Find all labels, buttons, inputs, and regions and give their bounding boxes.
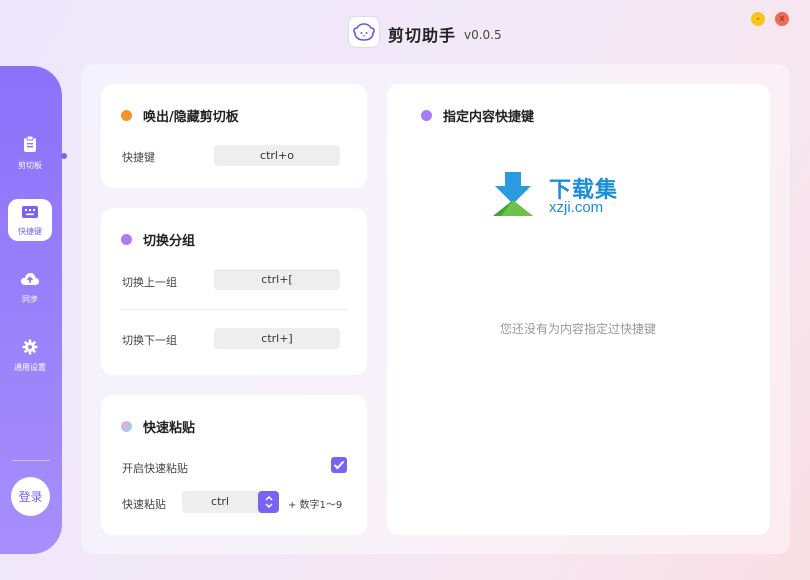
shortcut-input[interactable]: ctrl+o <box>214 145 340 166</box>
sidebar-item-settings[interactable]: 通用设置 <box>8 335 52 377</box>
sidebar-item-shortcuts[interactable]: 快捷键 <box>8 199 52 241</box>
card-title-text: 快速粘贴 <box>143 421 196 436</box>
keyboard-icon <box>21 204 39 223</box>
app-version: v0.0.5 <box>464 28 502 42</box>
clipboard-icon <box>22 135 38 157</box>
sidebar-item-clipboard[interactable]: 剪切板 <box>8 132 52 174</box>
card-title-text: 唤出/隐藏剪切板 <box>143 110 239 125</box>
active-indicator <box>61 153 67 159</box>
purple-dot-icon <box>121 234 132 245</box>
close-button[interactable]: x <box>775 12 789 26</box>
quick-paste-card: 快速粘贴 开启快速粘贴 快速粘贴 ctrl + 数字1～9 <box>101 395 367 535</box>
modifier-select[interactable]: ctrl <box>182 491 279 513</box>
content-shortcuts-card: 指定内容快捷键 下载集 xzji.com 您还没有为内容指定过快捷键 <box>387 84 770 535</box>
prev-group-label: 切换上一组 <box>122 276 177 289</box>
sidebar-item-label: 同步 <box>22 295 38 304</box>
check-icon <box>333 460 345 470</box>
sidebar-divider <box>12 460 50 461</box>
switch-group-card: 切换分组 切换上一组 ctrl+[ 切换下一组 ctrl+] <box>101 208 367 375</box>
sidebar-item-label: 快捷键 <box>18 226 42 236</box>
cloud-upload-icon <box>20 271 40 291</box>
card-title: 指定内容快捷键 <box>421 106 534 125</box>
enable-quick-paste-checkbox[interactable] <box>331 457 347 473</box>
watermark-en: xzji.com <box>549 199 604 216</box>
app-title: 剪切助手 <box>388 26 457 45</box>
card-title-text: 指定内容快捷键 <box>443 110 535 125</box>
card-title-text: 切换分组 <box>143 234 196 249</box>
orange-dot-icon <box>121 110 132 121</box>
gear-icon <box>22 339 38 359</box>
title-bar: 剪切助手 v0.0.5 - x <box>0 0 810 62</box>
card-title: 唤出/隐藏剪切板 <box>121 106 239 125</box>
up-down-chevron-icon[interactable] <box>258 491 279 513</box>
modifier-select-value: ctrl <box>211 495 229 508</box>
number-suffix: + 数字1～9 <box>288 500 343 511</box>
purple-dot-icon <box>421 110 432 121</box>
next-group-label: 切换下一组 <box>122 334 177 347</box>
shortcut-label: 快捷键 <box>122 151 155 164</box>
row-divider <box>121 309 347 310</box>
enable-quick-paste-label: 开启快速粘贴 <box>122 462 188 475</box>
main-panel: 唤出/隐藏剪切板 快捷键 ctrl+o 切换分组 切换上一组 ctrl+[ 切换… <box>81 64 790 554</box>
card-title: 快速粘贴 <box>121 417 195 436</box>
watermark-logo: 下载集 xzji.com <box>491 170 641 220</box>
login-button[interactable]: 登录 <box>11 477 50 516</box>
empty-state-text: 您还没有为内容指定过快捷键 <box>499 322 656 336</box>
card-title: 切换分组 <box>121 230 195 249</box>
toggle-clipboard-card: 唤出/隐藏剪切板 快捷键 ctrl+o <box>101 84 367 188</box>
quick-paste-label: 快速粘贴 <box>122 498 166 511</box>
sidebar: 剪切板 快捷键 同步 通用设置 登录 <box>0 66 62 554</box>
minimize-button[interactable]: - <box>751 12 765 26</box>
app-logo-icon <box>348 16 380 48</box>
sidebar-item-label: 剪切板 <box>18 161 42 170</box>
download-arrow-icon <box>493 172 533 216</box>
next-group-shortcut-input[interactable]: ctrl+] <box>214 328 340 349</box>
sidebar-item-label: 通用设置 <box>14 363 46 372</box>
prev-group-shortcut-input[interactable]: ctrl+[ <box>214 269 340 290</box>
sidebar-item-sync[interactable]: 同步 <box>8 267 52 309</box>
gradient-dot-icon <box>121 421 132 432</box>
